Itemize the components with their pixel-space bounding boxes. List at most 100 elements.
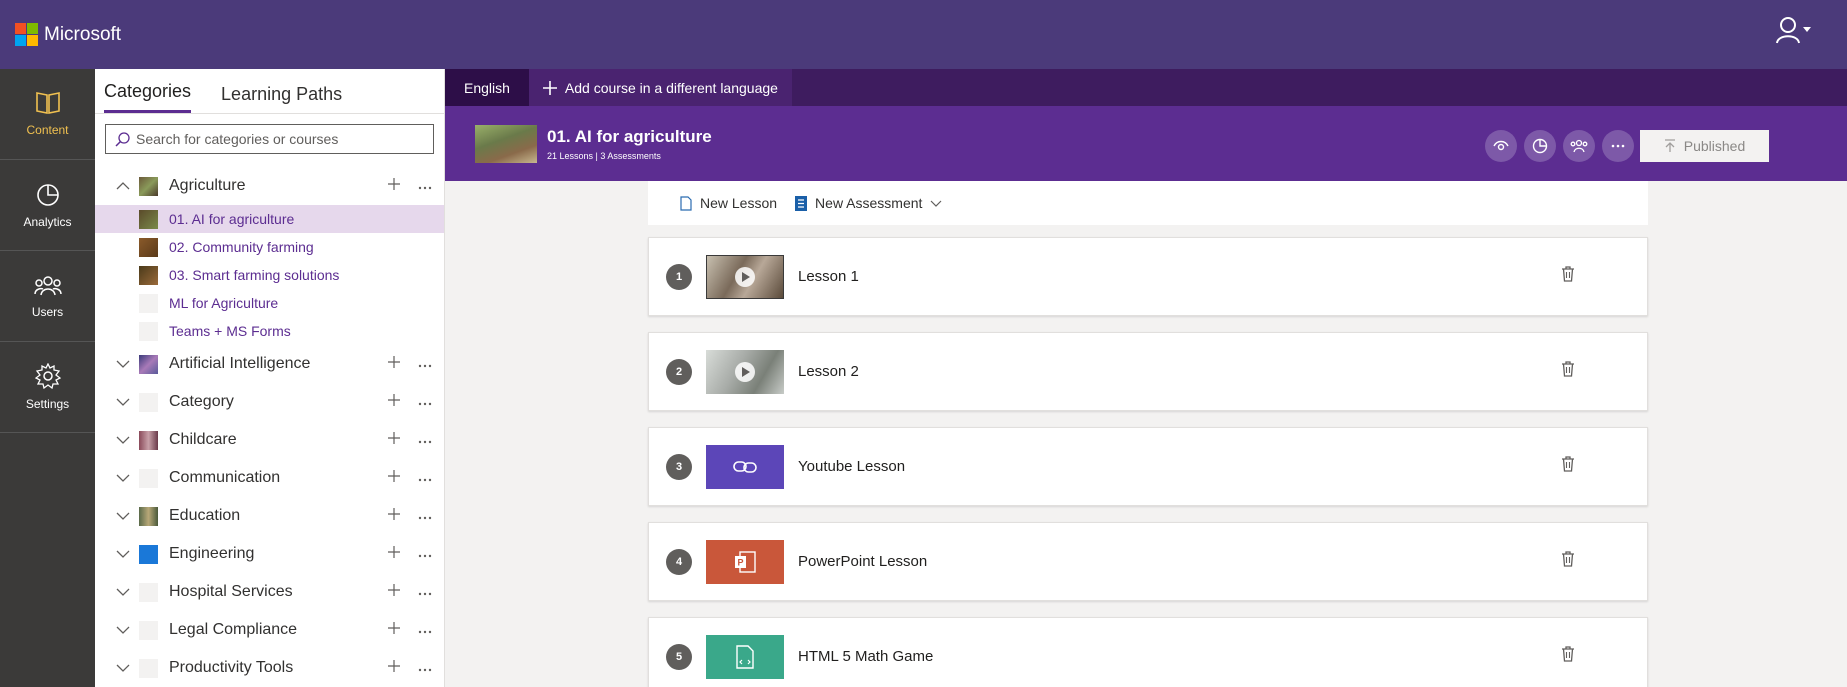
lesson-thumbnail: P: [706, 539, 784, 584]
course-item-ml-agriculture[interactable]: ML for Agriculture: [95, 289, 444, 317]
more-options-button[interactable]: [1602, 130, 1634, 162]
language-bar: English Add course in a different langua…: [445, 69, 1847, 106]
add-icon[interactable]: [388, 177, 400, 195]
course-item-teams-forms[interactable]: Teams + MS Forms: [95, 317, 444, 345]
search-input[interactable]: [136, 131, 416, 147]
chevron-down-icon[interactable]: [113, 626, 133, 634]
gear-icon: [34, 363, 61, 389]
tab-english[interactable]: English: [445, 69, 529, 106]
lesson-title: Lesson 1: [798, 268, 859, 285]
more-icon[interactable]: [418, 659, 432, 677]
add-icon[interactable]: [388, 659, 400, 677]
nav-analytics[interactable]: Analytics: [0, 160, 95, 251]
brand-name: Microsoft: [44, 23, 122, 45]
add-icon[interactable]: [388, 355, 400, 373]
lesson-toolbar: New Lesson New Assessment: [648, 181, 1648, 225]
more-icon[interactable]: [418, 355, 432, 373]
more-icon[interactable]: [418, 469, 432, 487]
more-icon[interactable]: [418, 583, 432, 601]
more-icon[interactable]: [418, 431, 432, 449]
analytics-button[interactable]: [1524, 130, 1556, 162]
more-icon[interactable]: [418, 507, 432, 525]
lesson-thumbnail: [706, 254, 784, 299]
new-lesson-button[interactable]: New Lesson: [680, 195, 777, 211]
lesson-card[interactable]: 2 Lesson 2: [648, 332, 1648, 411]
nav-content[interactable]: Content: [0, 69, 95, 160]
category-childcare[interactable]: Childcare: [95, 421, 444, 459]
html-file-icon: [736, 644, 754, 669]
delete-icon[interactable]: [1562, 646, 1574, 667]
chevron-up-icon[interactable]: [113, 182, 133, 190]
category-hospital-services[interactable]: Hospital Services: [95, 573, 444, 611]
tab-categories[interactable]: Categories: [104, 81, 192, 113]
category-engineering[interactable]: Engineering: [95, 535, 444, 573]
add-icon[interactable]: [388, 583, 400, 601]
new-lesson-label: New Lesson: [700, 195, 778, 211]
course-label: 03. Smart farming solutions: [169, 267, 340, 283]
new-assessment-button[interactable]: New Assessment: [795, 195, 942, 211]
lesson-number: 4: [666, 548, 692, 575]
course-item-ai-agriculture[interactable]: 01. AI for agriculture: [95, 205, 444, 233]
more-icon[interactable]: [418, 621, 432, 639]
chevron-down-icon[interactable]: [113, 512, 133, 520]
published-button[interactable]: Published: [1640, 130, 1769, 162]
lesson-card[interactable]: 3 Youtube Lesson: [648, 427, 1648, 506]
add-language-button[interactable]: Add course in a different language: [528, 69, 792, 106]
add-icon[interactable]: [388, 507, 400, 525]
more-icon[interactable]: [418, 393, 432, 411]
preview-button[interactable]: [1485, 130, 1517, 162]
play-icon: [735, 266, 755, 287]
course-item-smart-farming[interactable]: 03. Smart farming solutions: [95, 261, 444, 289]
add-icon[interactable]: [388, 469, 400, 487]
forms-icon: [795, 195, 808, 211]
chevron-down-icon[interactable]: [113, 360, 133, 368]
course-label: Teams + MS Forms: [169, 323, 291, 339]
chevron-down-icon[interactable]: [113, 436, 133, 444]
lesson-card[interactable]: 1 Lesson 1: [648, 237, 1648, 316]
nav-users[interactable]: Users: [0, 251, 95, 342]
lesson-thumbnail: [706, 444, 784, 489]
more-icon[interactable]: [418, 177, 432, 195]
category-thumbnail: [139, 430, 158, 450]
nav-settings[interactable]: Settings: [0, 342, 95, 433]
category-thumbnail: [139, 544, 158, 564]
chevron-down-icon[interactable]: [113, 398, 133, 406]
add-icon[interactable]: [388, 621, 400, 639]
category-education[interactable]: Education: [95, 497, 444, 535]
course-label: 02. Community farming: [169, 239, 314, 255]
delete-icon[interactable]: [1562, 266, 1574, 287]
users-icon: [1570, 139, 1588, 153]
chevron-down-icon[interactable]: [113, 664, 133, 672]
chevron-down-icon[interactable]: [113, 474, 133, 482]
category-legal-compliance[interactable]: Legal Compliance: [95, 611, 444, 649]
lesson-card[interactable]: 5 HTML 5 Math Game: [648, 617, 1648, 687]
pie-chart-icon: [36, 184, 59, 206]
user-menu[interactable]: [1775, 16, 1811, 44]
category-thumbnail: [139, 582, 158, 602]
more-icon: [1611, 144, 1625, 148]
category-communication[interactable]: Communication: [95, 459, 444, 497]
more-icon[interactable]: [418, 545, 432, 563]
lesson-thumbnail: [706, 634, 784, 679]
course-item-community-farming[interactable]: 02. Community farming: [95, 233, 444, 261]
lesson-title: Youtube Lesson: [798, 458, 906, 475]
users-button[interactable]: [1563, 130, 1595, 162]
category-category[interactable]: Category: [95, 383, 444, 421]
users-icon: [33, 276, 62, 296]
delete-icon[interactable]: [1562, 456, 1574, 477]
user-icon: [1776, 17, 1800, 44]
chevron-down-icon[interactable]: [113, 588, 133, 596]
lesson-card[interactable]: 4 P PowerPoint Lesson: [648, 522, 1648, 601]
chevron-down-icon[interactable]: [113, 550, 133, 558]
category-artificial-intelligence[interactable]: Artificial Intelligence: [95, 345, 444, 383]
add-icon[interactable]: [388, 431, 400, 449]
add-icon[interactable]: [388, 545, 400, 563]
category-agriculture[interactable]: Agriculture: [95, 167, 444, 205]
category-productivity-tools[interactable]: Productivity Tools: [95, 649, 444, 687]
tab-learning-paths[interactable]: Learning Paths: [221, 84, 342, 113]
plus-icon: [542, 80, 557, 95]
delete-icon[interactable]: [1562, 361, 1574, 382]
course-subtitle: 21 Lessons | 3 Assessments: [547, 151, 661, 161]
delete-icon[interactable]: [1562, 551, 1574, 572]
add-icon[interactable]: [388, 393, 400, 411]
